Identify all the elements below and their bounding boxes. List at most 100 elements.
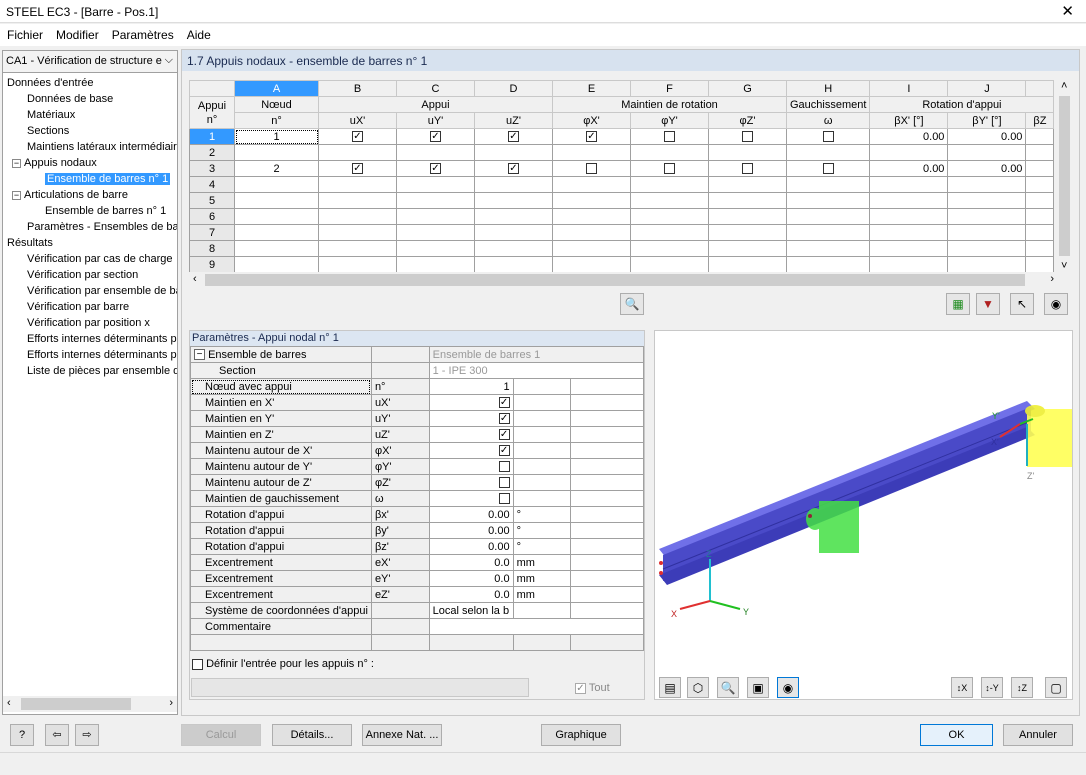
- checkbox[interactable]: [822, 131, 834, 143]
- beta-y-cell[interactable]: 0.00: [947, 160, 1027, 177]
- beta-y-cell[interactable]: [947, 256, 1027, 273]
- ux-cell[interactable]: [318, 176, 397, 193]
- group-row[interactable]: − Ensemble de barres: [190, 346, 372, 363]
- tree-item[interactable]: Ensemble de barres n° 1: [45, 171, 171, 187]
- show-results-button[interactable]: ◉: [777, 677, 799, 698]
- param-value[interactable]: 0.00: [428, 506, 514, 523]
- display-options-button[interactable]: ▤: [659, 677, 681, 698]
- beta-z-cell[interactable]: [1025, 176, 1055, 193]
- beta-y-cell[interactable]: [947, 208, 1027, 225]
- view-y-button[interactable]: ↕-Y: [981, 677, 1003, 698]
- ux-cell[interactable]: ✓: [318, 128, 397, 145]
- tree-item[interactable]: Vérification par ensemble de barres: [27, 283, 177, 299]
- checkbox[interactable]: [664, 131, 675, 143]
- node-cell[interactable]: [234, 208, 319, 225]
- uz-cell[interactable]: [474, 224, 553, 241]
- tree-item[interactable]: Matériaux: [27, 107, 75, 123]
- pz-cell[interactable]: [708, 208, 787, 225]
- checkbox[interactable]: ✓: [430, 163, 441, 175]
- export-excel-button[interactable]: ▦: [946, 293, 970, 315]
- node-cell[interactable]: [234, 176, 319, 193]
- checkbox[interactable]: [664, 163, 675, 175]
- uy-cell[interactable]: ✓: [396, 160, 475, 177]
- define-checkbox[interactable]: [192, 658, 203, 670]
- py-cell[interactable]: [630, 128, 709, 145]
- tree-item[interactable]: Ensemble de barres n° 1: [45, 203, 166, 219]
- uz-cell[interactable]: [474, 256, 553, 273]
- param-value[interactable]: [428, 618, 645, 635]
- checkbox[interactable]: ✓: [498, 397, 510, 409]
- param-value[interactable]: 0.0: [428, 570, 514, 587]
- node-cell[interactable]: [234, 192, 319, 209]
- row-number[interactable]: 5: [189, 192, 235, 209]
- node-cell[interactable]: [234, 224, 319, 241]
- w-cell[interactable]: [785, 160, 871, 177]
- beta-z-cell[interactable]: [1025, 224, 1055, 241]
- uy-cell[interactable]: [396, 224, 475, 241]
- view-button[interactable]: ◉: [1044, 293, 1068, 315]
- tree-item[interactable]: Données de base: [27, 91, 113, 107]
- beta-x-cell[interactable]: [869, 144, 949, 161]
- column-letter[interactable]: E: [552, 80, 631, 97]
- beta-z-cell[interactable]: [1025, 192, 1055, 209]
- px-cell[interactable]: [552, 256, 631, 273]
- node-cell[interactable]: 1: [234, 128, 319, 145]
- uy-cell[interactable]: [396, 208, 475, 225]
- define-checkbox-row[interactable]: Définir l'entrée pour les appuis n° :: [192, 658, 374, 670]
- tree-item[interactable]: − Appuis nodaux: [12, 155, 97, 171]
- collapse-icon[interactable]: −: [12, 191, 21, 200]
- ux-cell[interactable]: [318, 192, 397, 209]
- beta-y-cell[interactable]: [947, 224, 1027, 241]
- tree-item[interactable]: Liste de pièces par ensemble de barres: [27, 363, 177, 379]
- beta-z-cell[interactable]: [1025, 128, 1055, 145]
- px-cell[interactable]: [552, 240, 631, 257]
- table-horizontal-scrollbar[interactable]: ‹ ›: [189, 272, 1072, 288]
- row-number[interactable]: 4: [189, 176, 235, 193]
- checkbox[interactable]: ✓: [498, 445, 510, 457]
- checkbox[interactable]: ✓: [498, 429, 510, 441]
- px-cell[interactable]: [552, 144, 631, 161]
- w-cell[interactable]: [785, 256, 871, 273]
- tree-item[interactable]: Maintiens latéraux intermédiaires: [27, 139, 177, 155]
- print-graphic-button[interactable]: ▣: [747, 677, 769, 698]
- w-cell[interactable]: [785, 192, 871, 209]
- checkbox[interactable]: ✓: [508, 163, 519, 175]
- beta-x-cell[interactable]: [869, 256, 949, 273]
- uz-cell[interactable]: [474, 192, 553, 209]
- param-value[interactable]: ✓: [428, 442, 514, 459]
- cancel-button[interactable]: Annuler: [1003, 724, 1073, 746]
- beta-y-cell[interactable]: [947, 144, 1027, 161]
- previous-button[interactable]: ⇦: [45, 724, 69, 746]
- px-cell[interactable]: ✓: [552, 128, 631, 145]
- tree-item[interactable]: Sections: [27, 123, 69, 139]
- pz-cell[interactable]: [708, 128, 787, 145]
- node-cell[interactable]: [234, 240, 319, 257]
- collapse-icon[interactable]: −: [194, 349, 205, 361]
- tree-item[interactable]: Vérification par position x: [27, 315, 150, 331]
- tree-item[interactable]: Vérification par section: [27, 267, 138, 283]
- w-cell[interactable]: [785, 208, 871, 225]
- checkbox[interactable]: ✓: [508, 131, 519, 143]
- scroll-left-icon[interactable]: ‹: [7, 697, 11, 709]
- uz-cell[interactable]: [474, 208, 553, 225]
- beta-x-cell[interactable]: 0.00: [869, 128, 949, 145]
- tree-item[interactable]: Paramètres - Ensembles de barres: [27, 219, 177, 235]
- row-number[interactable]: 6: [189, 208, 235, 225]
- column-letter[interactable]: D: [474, 80, 553, 97]
- pz-cell[interactable]: [708, 192, 787, 209]
- collapse-icon[interactable]: −: [12, 159, 21, 168]
- pick-button[interactable]: ↖: [1010, 293, 1034, 315]
- menu-1[interactable]: Modifier: [49, 24, 105, 42]
- py-cell[interactable]: [630, 192, 709, 209]
- param-value[interactable]: ✓: [428, 426, 514, 443]
- ux-cell[interactable]: ✓: [318, 160, 397, 177]
- pz-cell[interactable]: [708, 144, 787, 161]
- param-value[interactable]: [428, 474, 514, 491]
- row-number[interactable]: 1: [189, 128, 235, 145]
- uy-cell[interactable]: ✓: [396, 128, 475, 145]
- uy-cell[interactable]: [396, 176, 475, 193]
- w-cell[interactable]: [785, 128, 871, 145]
- param-value[interactable]: [428, 458, 514, 475]
- supports-input[interactable]: [191, 678, 529, 697]
- beta-x-cell[interactable]: [869, 176, 949, 193]
